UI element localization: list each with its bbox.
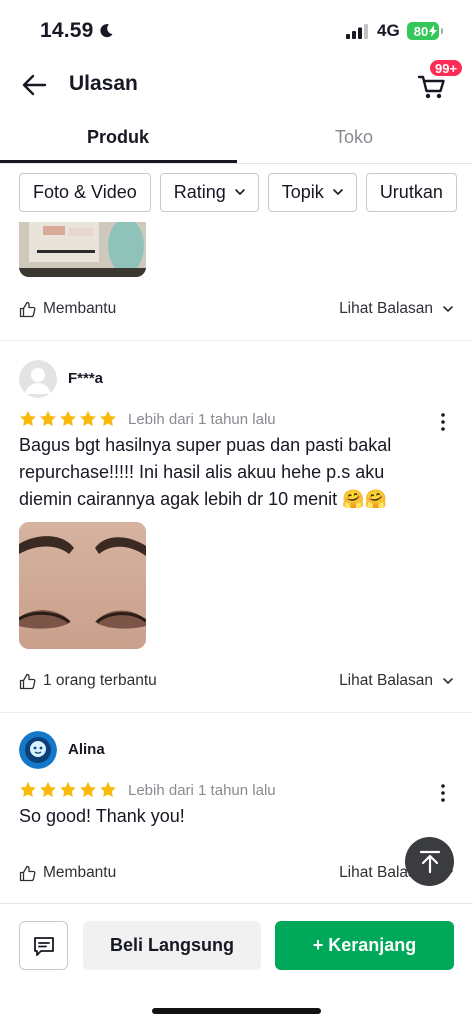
filter-urutkan[interactable]: Urutkan (365, 173, 457, 212)
review-photo-illustration (19, 522, 146, 649)
page-title: Ulasan (69, 72, 138, 95)
helpful-label: Membantu (43, 864, 117, 881)
cart-count-badge: 99+ (428, 58, 465, 78)
chevron-down-icon (443, 305, 453, 312)
star-icon (60, 781, 76, 798)
filter-label: Topik (281, 182, 324, 202)
star-icon (40, 410, 56, 427)
chat-icon (33, 936, 54, 956)
battery-level: 80 (413, 23, 429, 39)
review-tabs: Produk Toko (0, 115, 473, 164)
review-date: Lebih dari 1 tahun lalu (128, 410, 276, 428)
review-text: Bagus bgt hasilnya super puas dan pasti … (19, 435, 392, 509)
star-icon (40, 781, 56, 798)
tab-toko[interactable]: Toko (236, 127, 472, 148)
review-photo[interactable] (19, 522, 146, 649)
user-avatar-image (19, 731, 57, 769)
filter-label: Rating (173, 182, 226, 202)
rating-stars: Lebih dari 1 tahun lalu (19, 410, 276, 428)
scroll-to-top-button[interactable] (405, 837, 454, 886)
star-icon (20, 781, 36, 798)
network-type: 4G (377, 21, 400, 40)
star-icon (60, 410, 76, 427)
status-time: 14.59 (40, 19, 114, 43)
tab-produk[interactable]: Produk (0, 127, 236, 148)
review-text: So good! Thank you! (19, 806, 185, 826)
product-photo-illustration (19, 222, 146, 277)
review-photo[interactable] (19, 222, 146, 277)
status-time-text: 14.59 (40, 19, 94, 42)
review-divider (0, 340, 473, 341)
filter-chips: Foto & Video Rating Topik Urutkan (19, 173, 473, 213)
review-divider (0, 712, 473, 713)
reviewer-name[interactable]: Alina (68, 741, 105, 758)
home-indicator[interactable] (152, 1008, 321, 1014)
avatar[interactable] (19, 731, 57, 769)
reviewer-name[interactable]: F***a (68, 370, 103, 387)
helpful-label: 1 orang terbantu (43, 672, 157, 689)
review-card: Alina Lebih dari 1 tahun lalu So good! T… (19, 731, 459, 831)
signal-icon (346, 24, 368, 39)
buy-now-button[interactable]: Beli Langsung (83, 921, 261, 970)
chevron-down-icon (333, 189, 343, 196)
view-replies-button[interactable]: Lihat Balasan (339, 672, 453, 690)
helpful-button[interactable]: 1 orang terbantu (19, 672, 157, 690)
arrow-up-icon (419, 850, 440, 873)
filter-label: Urutkan (379, 182, 443, 202)
battery-indicator: 80 (407, 22, 443, 40)
filter-topik[interactable]: Topik (267, 173, 357, 212)
back-arrow-icon[interactable] (20, 71, 48, 99)
rating-stars: Lebih dari 1 tahun lalu (19, 781, 276, 799)
thumbs-up-icon (19, 865, 36, 881)
bottom-action-bar: Beli Langsung + Keranjang (0, 903, 473, 1024)
star-icon (100, 781, 116, 798)
replies-label: Lihat Balasan (339, 672, 433, 689)
thumbs-up-icon (19, 673, 36, 689)
chevron-down-icon (443, 677, 453, 684)
avatar[interactable] (19, 360, 57, 398)
helpful-label: Membantu (43, 300, 117, 317)
thumbs-up-icon (19, 301, 36, 317)
more-vertical-icon[interactable] (439, 783, 447, 803)
filter-rating[interactable]: Rating (159, 173, 259, 212)
review-actions: 1 orang terbantu Lihat Balasan (19, 672, 453, 694)
view-replies-button[interactable]: Lihat Balasan (339, 300, 453, 318)
helpful-button[interactable]: Membantu (19, 864, 116, 882)
more-vertical-icon[interactable] (439, 412, 447, 432)
review-date: Lebih dari 1 tahun lalu (128, 781, 276, 799)
chevron-down-icon (234, 189, 245, 196)
helpful-button[interactable]: Membantu (19, 300, 116, 318)
status-bar: 14.59 4G 80 (0, 0, 473, 62)
replies-label: Lihat Balasan (339, 300, 433, 317)
star-icon (20, 410, 36, 427)
moon-icon (99, 24, 113, 38)
chat-button[interactable] (19, 921, 68, 970)
add-to-cart-button[interactable]: + Keranjang (275, 921, 454, 970)
filter-label: Foto & Video (33, 182, 137, 202)
review-actions: Membantu Lihat Balasan (19, 864, 453, 886)
page-header: Ulasan (0, 62, 473, 108)
star-icon (100, 410, 116, 427)
default-avatar-icon (19, 360, 57, 398)
filter-foto-video[interactable]: Foto & Video (19, 173, 151, 212)
star-icon (80, 410, 96, 427)
review-card: F***a Lebih dari 1 tahun lalu Bagus bgt … (19, 360, 459, 700)
active-tab-indicator (0, 160, 237, 163)
star-icon (80, 781, 96, 798)
charging-icon (429, 25, 437, 37)
review-actions: Membantu Lihat Balasan (19, 300, 453, 322)
